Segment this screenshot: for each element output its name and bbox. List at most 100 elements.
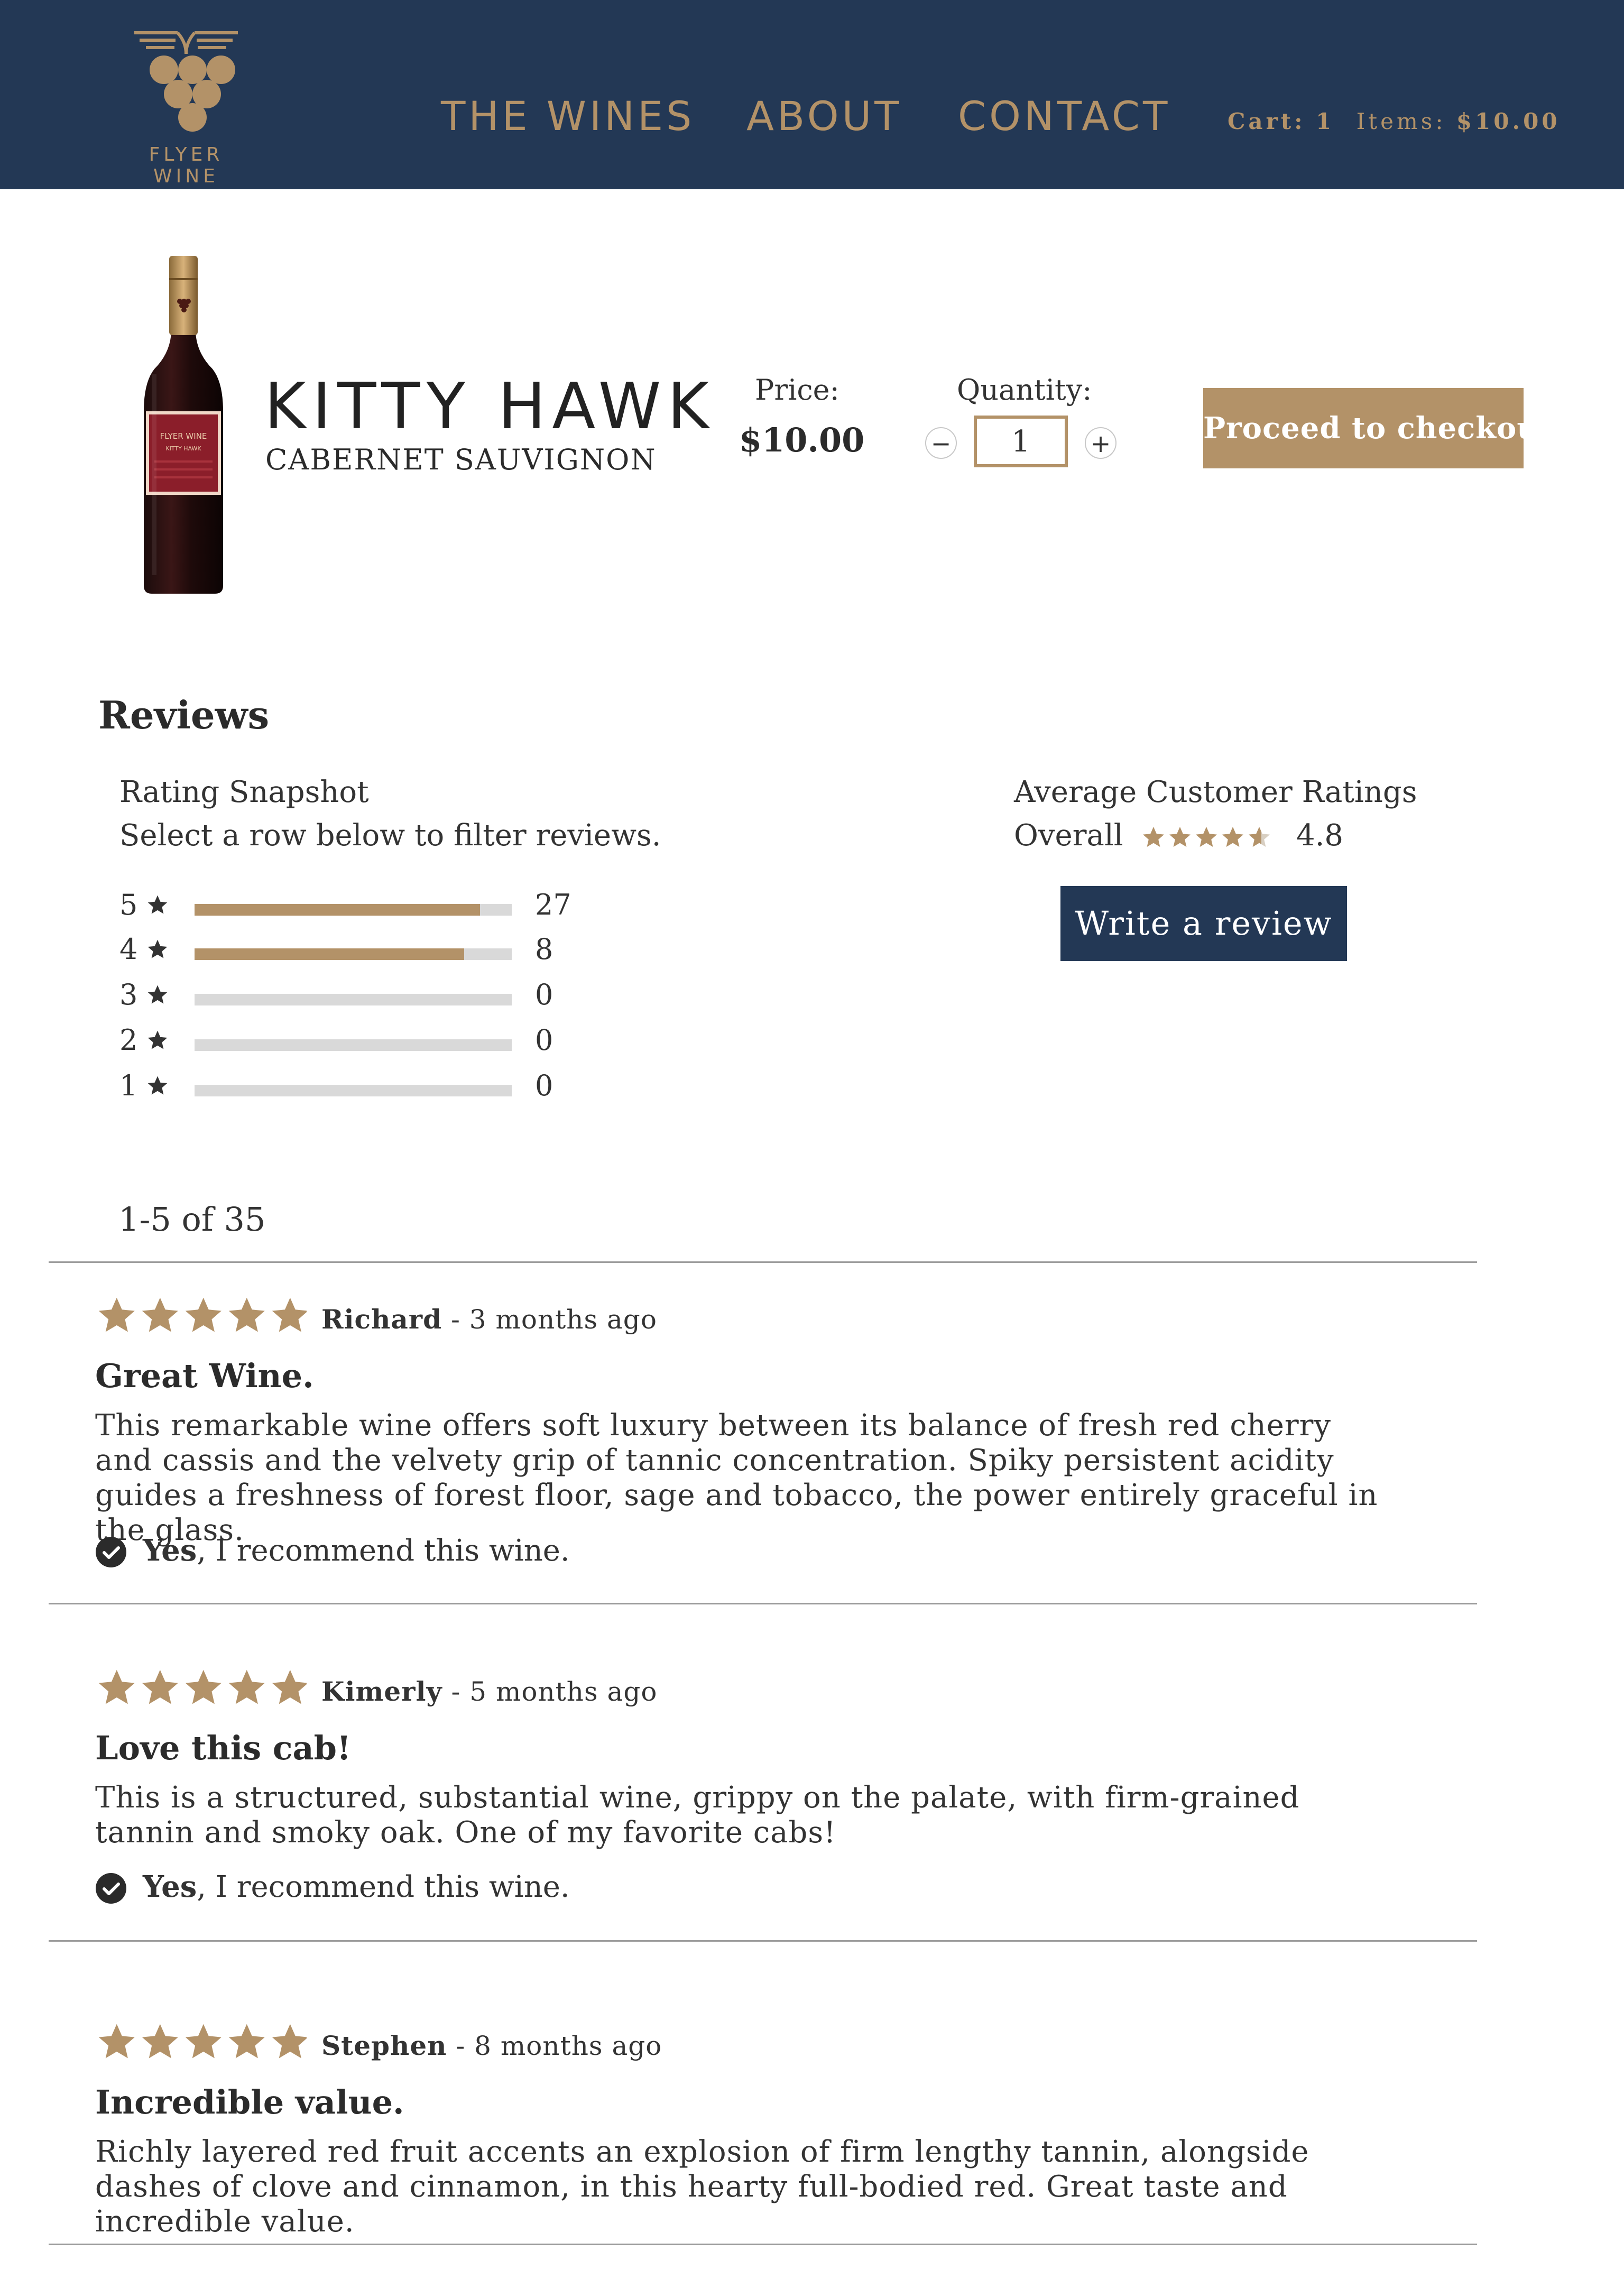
average-ratings-title: Average Customer Ratings: [1014, 775, 1417, 809]
divider: [49, 1603, 1477, 1604]
rating-row-stars-number: 1: [119, 1069, 138, 1102]
star-icon: [272, 2024, 308, 2059]
cart-label: Cart:: [1228, 108, 1306, 134]
rating-snapshot-title: Rating Snapshot: [119, 775, 369, 809]
star-icon: [142, 1669, 178, 1704]
review-item: Stephen - 8 months ago Incredible value.…: [95, 2020, 1470, 2239]
recommend-text: , I recommend this wine.: [197, 1534, 570, 1568]
plus-icon: +: [1090, 429, 1111, 458]
logo-text: FLYER WINE: [149, 144, 224, 187]
rating-bar-fill: [195, 948, 464, 960]
product-name: KITTY HAWK: [264, 370, 716, 444]
rating-row-count: 27: [535, 888, 571, 921]
star-icon: [142, 2024, 178, 2059]
star-icon: [98, 2024, 135, 2059]
star-half-icon: [1249, 827, 1270, 847]
review-title: Love this cab!: [95, 1729, 352, 1767]
brand-logo[interactable]: FLYER WINE: [117, 26, 255, 187]
review-author: Richard: [321, 1304, 442, 1335]
overall-label: Overall: [1014, 818, 1123, 853]
star-icon: [147, 895, 168, 914]
rating-filter-row-2[interactable]: 2 0: [119, 1023, 585, 1064]
review-body: This remarkable wine offers soft luxury …: [95, 1408, 1378, 1547]
review-title: Incredible value.: [95, 2083, 404, 2121]
divider: [49, 2244, 1477, 2245]
review-meta: Kimerly - 5 months ago: [321, 1676, 657, 1707]
review-meta: Richard - 3 months ago: [321, 1304, 657, 1335]
star-icon: [272, 1669, 308, 1704]
review-time: - 5 months ago: [442, 1676, 658, 1707]
rating-row-stars-number: 4: [119, 933, 138, 966]
rating-bar-fill: [195, 904, 480, 916]
wine-bottle-image: FLYER WINE KITTY HAWK: [139, 253, 228, 598]
write-review-button[interactable]: Write a review: [1060, 886, 1347, 961]
overall-rating-value: 4.8: [1296, 818, 1344, 853]
minus-icon: −: [930, 429, 952, 458]
rating-row-stars-number: 3: [119, 978, 138, 1011]
bottle-label-name: KITTY HAWK: [165, 445, 201, 452]
rating-row-count: 0: [535, 978, 553, 1011]
rating-bar-track: [195, 948, 512, 960]
product-varietal: CABERNET SAUVIGNON: [265, 443, 657, 476]
star-icon: [1222, 827, 1243, 847]
recommend-yes: Yes: [143, 1869, 197, 1904]
star-icon: [147, 985, 168, 1004]
divider: [49, 1261, 1477, 1263]
rating-bar-track: [195, 1039, 512, 1051]
star-icon: [272, 1297, 308, 1332]
review-meta: Stephen - 8 months ago: [321, 2030, 662, 2061]
cart-summary[interactable]: Cart: 1 Items: $10.00: [1228, 108, 1561, 134]
site-header: FLYER WINE THE WINES ABOUT CONTACT Cart:…: [0, 0, 1624, 189]
star-icon: [147, 1030, 168, 1049]
rating-row-count: 0: [535, 1023, 553, 1057]
rating-filter-row-5[interactable]: 5 27: [119, 888, 585, 928]
review-time: - 8 months ago: [447, 2031, 662, 2061]
review-item: Kimerly - 5 months ago Love this cab! Th…: [95, 1666, 1470, 1931]
quantity-increase-button[interactable]: +: [1085, 427, 1116, 459]
items-label: Items:: [1356, 108, 1446, 134]
star-icon: [228, 2024, 265, 2059]
star-icon: [147, 1076, 168, 1095]
review-author: Kimerly: [321, 1676, 442, 1707]
recommend-yes: Yes: [143, 1533, 197, 1568]
review-title: Great Wine.: [95, 1357, 314, 1395]
rating-filter-row-3[interactable]: 3 0: [119, 978, 585, 1018]
rating-filter-row-1[interactable]: 1 0: [119, 1069, 585, 1109]
divider: [49, 1940, 1477, 1942]
review-star-rating: [95, 1666, 308, 1709]
rating-row-count: 8: [535, 933, 553, 966]
reviews-heading: Reviews: [98, 693, 270, 737]
rating-snapshot-subtitle: Select a row below to filter reviews.: [119, 818, 661, 853]
review-body: This is a structured, substantial wine, …: [95, 1780, 1300, 1850]
star-icon: [1143, 827, 1164, 847]
star-icon: [147, 939, 168, 958]
review-star-rating: [95, 2020, 308, 2063]
rating-bar-track: [195, 1085, 512, 1096]
star-icon: [228, 1297, 265, 1332]
check-circle-icon: [96, 1873, 126, 1904]
quantity-input[interactable]: [974, 416, 1068, 467]
bottle-label-brand: FLYER WINE: [160, 431, 207, 441]
quantity-label: Quantity:: [957, 373, 1092, 407]
review-author: Stephen: [321, 2030, 447, 2061]
grape-wings-icon: [134, 31, 238, 132]
star-icon: [185, 1297, 222, 1332]
nav-about[interactable]: ABOUT: [746, 93, 902, 140]
star-icon: [228, 1669, 265, 1704]
pagination-count: 1-5 of 35: [118, 1200, 266, 1239]
review-body: Richly layered red fruit accents an expl…: [95, 2135, 1309, 2239]
quantity-decrease-button[interactable]: −: [925, 427, 957, 459]
nav-the-wines[interactable]: THE WINES: [441, 93, 695, 140]
review-item: Richard - 3 months ago Great Wine. This …: [95, 1294, 1470, 1580]
nav-contact[interactable]: CONTACT: [958, 93, 1170, 140]
rating-bar-track: [195, 994, 512, 1005]
proceed-to-checkout-button[interactable]: Proceed to checkout: [1203, 388, 1553, 468]
star-icon: [185, 1669, 222, 1704]
review-star-rating: [95, 1294, 308, 1336]
price-label: Price:: [755, 373, 839, 407]
overall-star-rating: [1141, 824, 1278, 853]
rating-filter-row-4[interactable]: 4 8: [119, 933, 585, 973]
star-icon: [1169, 827, 1191, 847]
star-icon: [98, 1669, 135, 1704]
star-icon: [185, 2024, 222, 2059]
